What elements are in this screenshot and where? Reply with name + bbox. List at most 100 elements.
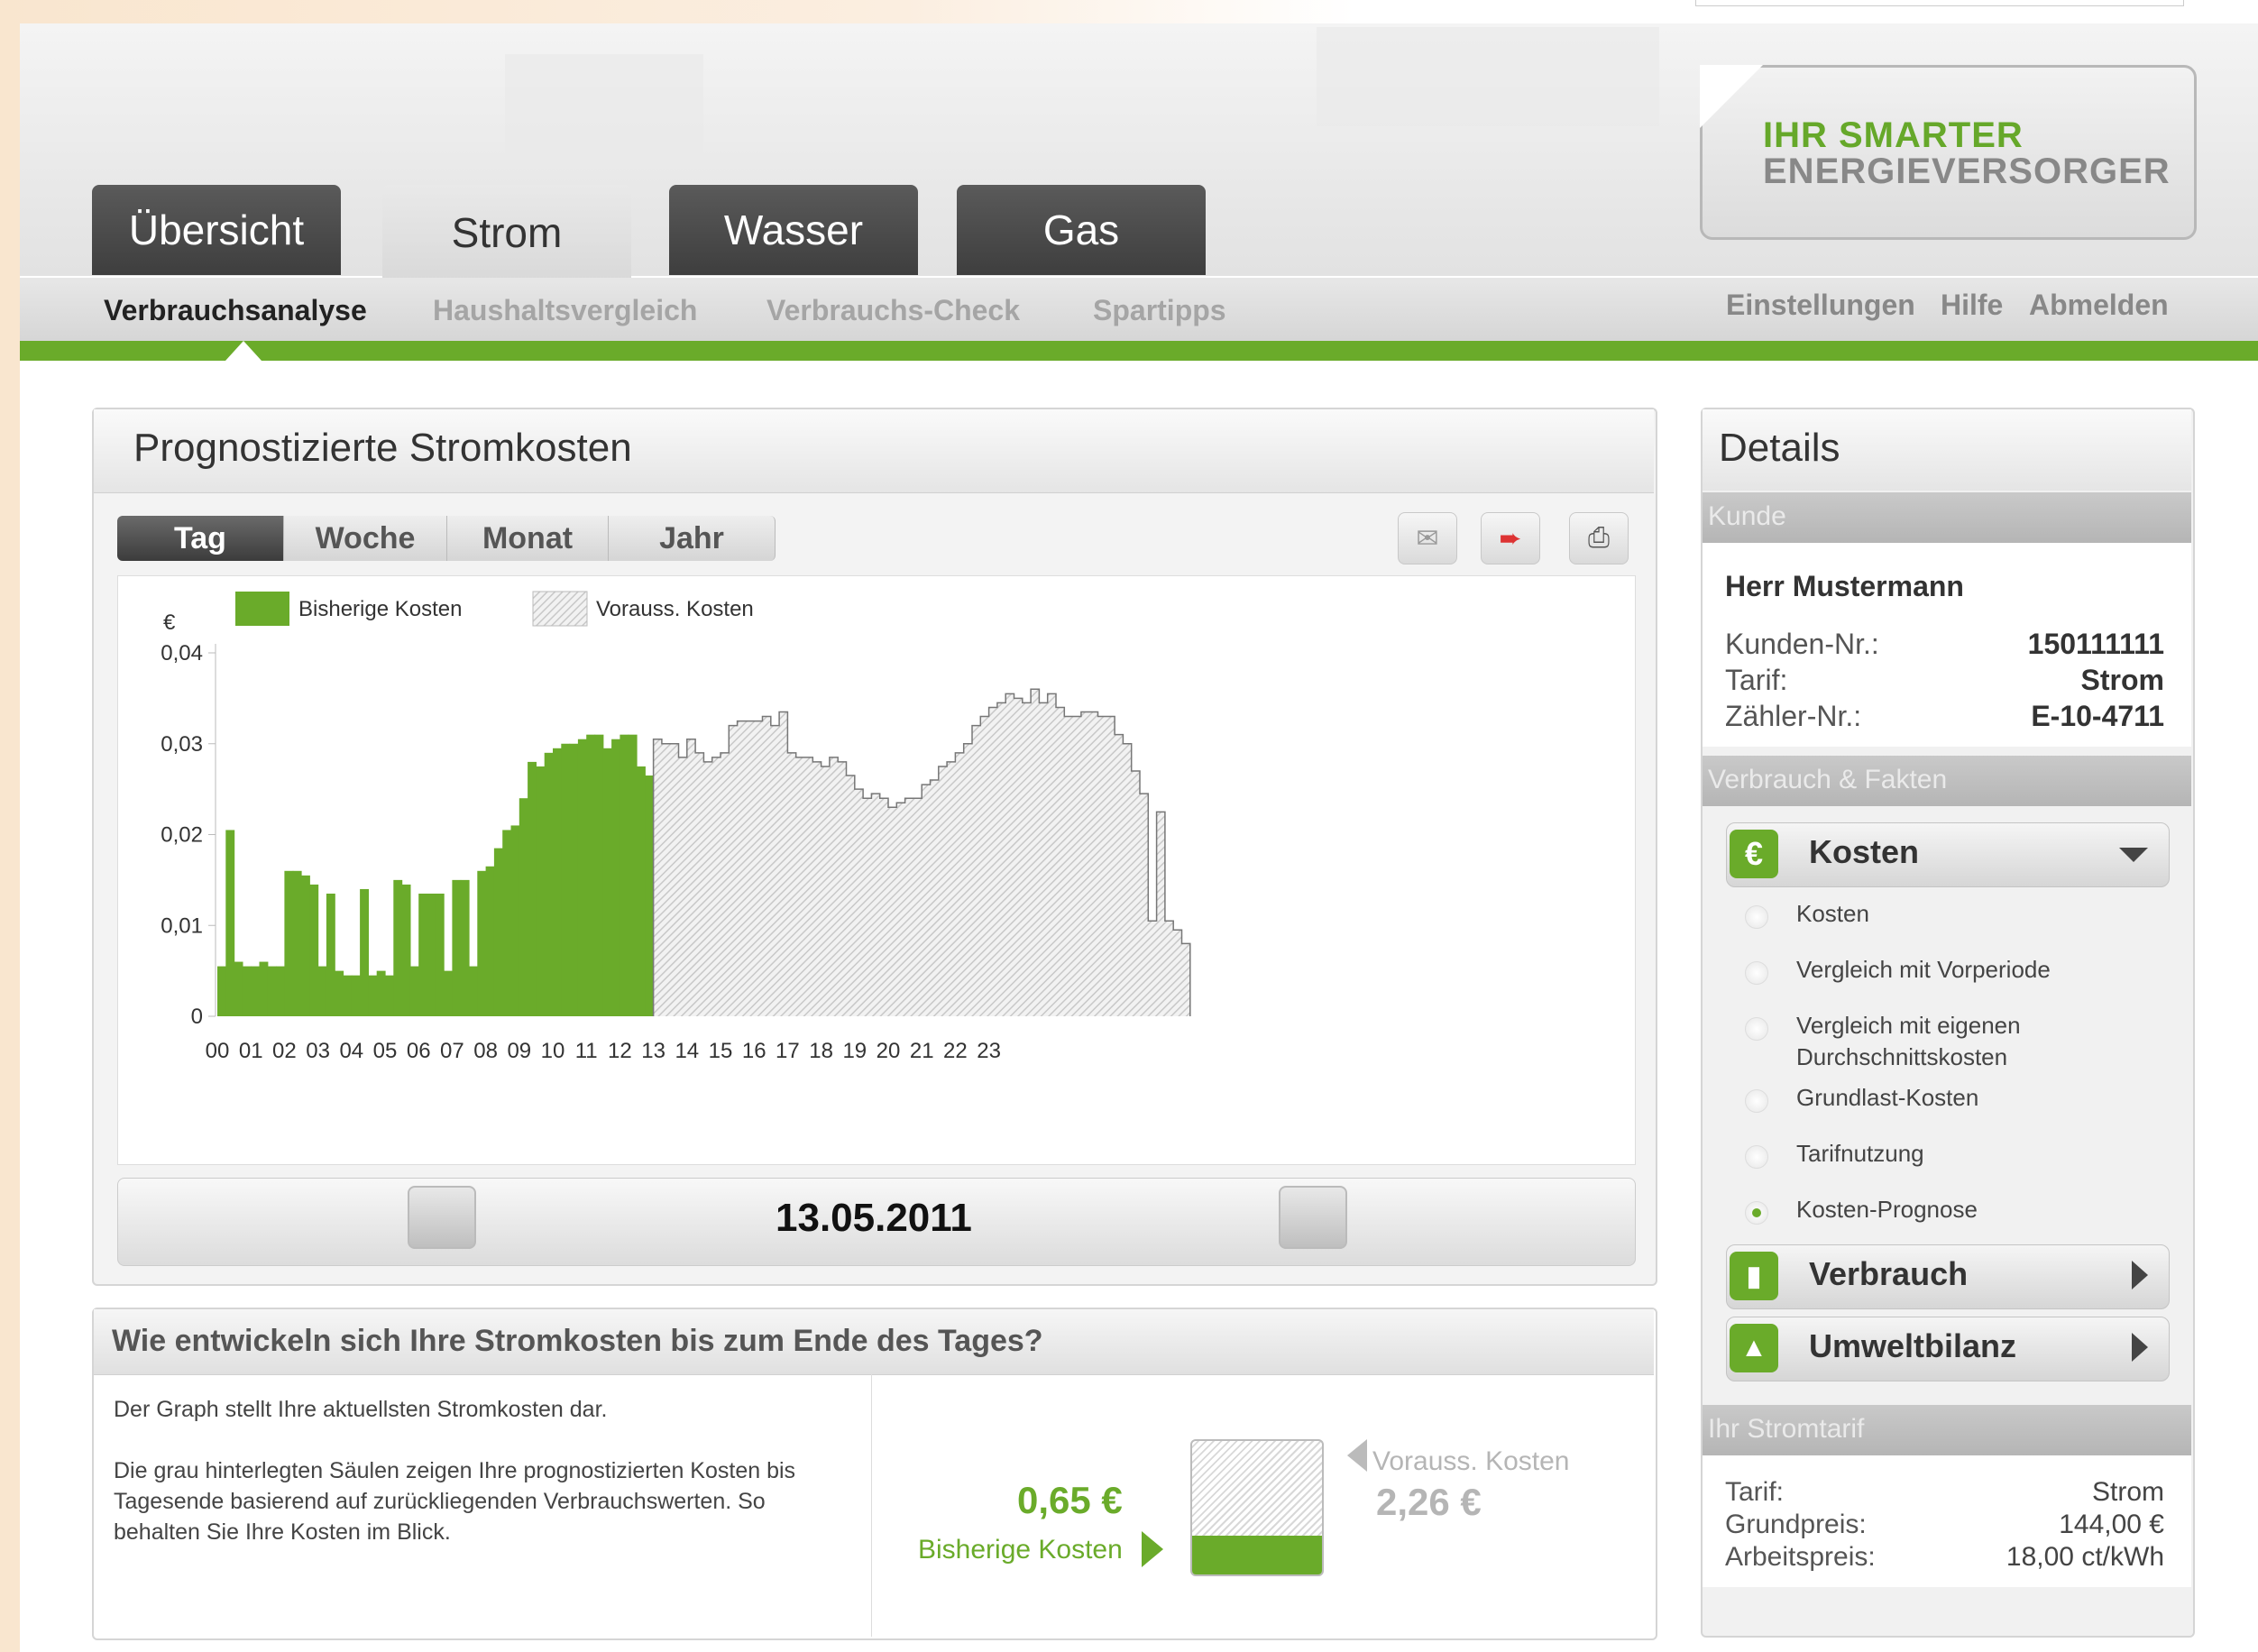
x-tick-label: 14 bbox=[675, 1039, 699, 1063]
bar-bisherige-kosten bbox=[493, 848, 503, 1016]
bar-bisherige-kosten bbox=[469, 966, 478, 1016]
accordion-kosten-label: Kosten bbox=[1809, 833, 1920, 870]
bar-vorauss-kosten bbox=[1014, 698, 1023, 1016]
tariff-field-value: Strom bbox=[2091, 1477, 2164, 1507]
next-day-button[interactable] bbox=[1279, 1186, 1347, 1249]
bar-bisherige-kosten bbox=[519, 798, 528, 1016]
comment-button[interactable]: ✉ bbox=[1398, 512, 1457, 564]
forecast-cost-value: 2,26 € bbox=[1376, 1481, 1482, 1523]
bar-vorauss-kosten bbox=[947, 761, 956, 1016]
link-abmelden[interactable]: Abmelden bbox=[2029, 289, 2169, 322]
bar-vorauss-kosten bbox=[846, 776, 856, 1016]
explanation-text-2: Die grau hinterlegten Säulen zeigen Ihre… bbox=[114, 1458, 796, 1545]
bar-vorauss-kosten bbox=[787, 752, 797, 1016]
bar-vorauss-kosten bbox=[1031, 689, 1040, 1016]
bar-vorauss-kosten bbox=[762, 716, 772, 1016]
accordion-kosten[interactable] bbox=[1726, 822, 2170, 887]
subnav-haushaltsvergleich[interactable]: Haushaltsvergleich bbox=[433, 294, 697, 327]
bar-vorauss-kosten bbox=[1005, 693, 1015, 1016]
bar-bisherige-kosten bbox=[385, 975, 394, 1016]
bar-vorauss-kosten bbox=[1097, 716, 1107, 1016]
bar-vorauss-kosten bbox=[804, 757, 813, 1016]
bar-vorauss-kosten bbox=[1140, 794, 1149, 1016]
previous-day-button[interactable] bbox=[408, 1186, 476, 1249]
bar-vorauss-kosten bbox=[703, 761, 713, 1016]
details-title: Details bbox=[1719, 426, 1840, 470]
subnav-spartipps[interactable]: Spartipps bbox=[1093, 294, 1226, 327]
bar-vorauss-kosten bbox=[904, 798, 914, 1016]
legend-bisherige-label: Bisherige Kosten bbox=[298, 597, 462, 621]
y-tick-label: 0,02 bbox=[161, 823, 203, 848]
bar-bisherige-kosten bbox=[401, 884, 411, 1016]
bar-bisherige-kosten bbox=[477, 870, 487, 1016]
period-tab-tag[interactable]: Tag bbox=[117, 516, 284, 561]
x-tick-label: 06 bbox=[407, 1039, 431, 1063]
chevron-right-icon bbox=[2132, 1261, 2148, 1289]
bar-vorauss-kosten bbox=[1089, 711, 1099, 1016]
current-cost-label: Bisherige Kosten bbox=[918, 1535, 1123, 1565]
period-tab-monat[interactable]: Monat bbox=[447, 516, 609, 561]
current-cost-value: 0,65 € bbox=[1017, 1479, 1123, 1521]
bar-vorauss-kosten bbox=[686, 739, 696, 1016]
tab-uebersicht[interactable]: Übersicht bbox=[92, 185, 341, 275]
tariff-field-key: Tarif: bbox=[1725, 1477, 1785, 1507]
bar-vorauss-kosten bbox=[963, 743, 973, 1016]
forecast-cost-label: Vorauss. Kosten bbox=[1372, 1446, 1570, 1476]
bar-vorauss-kosten bbox=[1022, 702, 1032, 1016]
section-label-stromtarif: Ihr Stromtarif bbox=[1708, 1414, 1865, 1444]
subnav-verbrauchs-check[interactable]: Verbrauchs-Check bbox=[766, 294, 1020, 327]
option-label: Vergleich mit eigenen Durchschnittskoste… bbox=[1796, 1012, 2021, 1070]
bar-bisherige-kosten bbox=[611, 739, 620, 1016]
bar-bisherige-kosten bbox=[309, 884, 319, 1016]
explanation-text-1: Der Graph stellt Ihre aktuellsten Stromk… bbox=[114, 1397, 608, 1422]
x-tick-label: 20 bbox=[877, 1039, 901, 1063]
export-button[interactable]: ➨ bbox=[1481, 512, 1540, 564]
period-tab-jahr[interactable]: Jahr bbox=[609, 516, 776, 561]
y-tick-label: 0,01 bbox=[161, 913, 203, 938]
tab-wasser[interactable]: Wasser bbox=[669, 185, 918, 275]
bar-bisherige-kosten bbox=[510, 825, 520, 1016]
option-label: Kosten bbox=[1796, 900, 1869, 927]
radio-kosten-prognose[interactable] bbox=[1745, 1201, 1768, 1225]
bar-bisherige-kosten bbox=[444, 970, 453, 1016]
tariff-field-value: 144,00 € bbox=[2059, 1510, 2164, 1539]
bar-vorauss-kosten bbox=[888, 807, 897, 1016]
logo-fold bbox=[1700, 65, 1763, 128]
bar-vorauss-kosten bbox=[1173, 930, 1183, 1016]
print-button[interactable]: ⎙ bbox=[1569, 512, 1629, 564]
x-tick-label: 21 bbox=[910, 1039, 934, 1063]
radio-kosten[interactable] bbox=[1745, 905, 1768, 929]
bar-bisherige-kosten bbox=[586, 734, 596, 1016]
top-search-field[interactable] bbox=[1695, 0, 2184, 6]
tab-strom[interactable]: Strom bbox=[382, 185, 631, 280]
link-einstellungen[interactable]: Einstellungen bbox=[1726, 289, 1915, 322]
tab-gas[interactable]: Gas bbox=[957, 185, 1206, 275]
radio-vergleich-durchschnitt[interactable] bbox=[1745, 1017, 1768, 1041]
bar-bisherige-kosten bbox=[536, 766, 546, 1016]
bar-bisherige-kosten bbox=[637, 766, 646, 1016]
radio-grundlast-kosten[interactable] bbox=[1745, 1089, 1768, 1113]
bar-vorauss-kosten bbox=[922, 785, 932, 1016]
bar-vorauss-kosten bbox=[1131, 770, 1141, 1016]
accordion-umweltbilanz-label: Umweltbilanz bbox=[1809, 1327, 2017, 1364]
customer-field-value: 150111111 bbox=[2027, 628, 2164, 660]
bar-bisherige-kosten bbox=[435, 893, 445, 1016]
link-hilfe[interactable]: Hilfe bbox=[1941, 289, 2003, 322]
radio-tarifnutzung[interactable] bbox=[1745, 1145, 1768, 1169]
bar-bisherige-kosten bbox=[225, 830, 235, 1016]
x-tick-label: 04 bbox=[339, 1039, 363, 1063]
bar-vorauss-kosten bbox=[829, 757, 839, 1016]
print-icon: ⎙ bbox=[1588, 523, 1610, 553]
period-tab-woche[interactable]: Woche bbox=[284, 516, 447, 561]
header-decoration bbox=[1317, 27, 1659, 126]
subnav-verbrauchsanalyse[interactable]: Verbrauchsanalyse bbox=[104, 294, 367, 327]
bar-bisherige-kosten bbox=[452, 879, 462, 1016]
x-tick-label: 00 bbox=[206, 1039, 230, 1063]
bar-vorauss-kosten bbox=[678, 757, 688, 1016]
export-icon: ➨ bbox=[1499, 523, 1522, 554]
bar-bisherige-kosten bbox=[276, 966, 285, 1016]
bar-bisherige-kosten bbox=[502, 830, 512, 1016]
divider bbox=[871, 1374, 872, 1637]
arrow-left-icon bbox=[1347, 1439, 1367, 1472]
radio-vergleich-vorperiode[interactable] bbox=[1745, 961, 1768, 985]
